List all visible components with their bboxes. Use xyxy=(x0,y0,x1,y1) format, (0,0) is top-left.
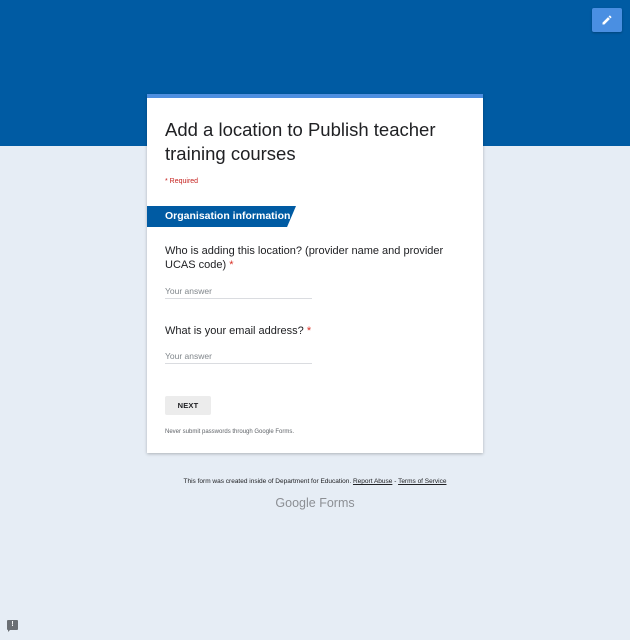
google-forms-logo[interactable]: Google Forms xyxy=(0,496,630,510)
question-email-label: What is your email address? * xyxy=(165,324,467,338)
report-abuse-link[interactable]: Report Abuse xyxy=(353,478,392,485)
required-asterisk: * xyxy=(306,325,312,337)
pencil-icon xyxy=(602,15,612,25)
provider-answer-input[interactable] xyxy=(165,284,312,299)
footer-text: This form was created inside of Departme… xyxy=(0,478,630,485)
required-asterisk: * xyxy=(229,259,234,271)
terms-of-service-link[interactable]: Terms of Service xyxy=(398,478,446,485)
report-issue-icon[interactable]: ! xyxy=(7,620,18,632)
logo-forms-text: Forms xyxy=(319,496,355,510)
footer-separator: - xyxy=(394,478,397,485)
created-by-text: This form was created inside of Departme… xyxy=(183,478,352,485)
section-banner: Organisation information xyxy=(147,206,296,227)
required-note: * Required xyxy=(165,178,199,185)
logo-google-text: Google xyxy=(275,496,316,510)
edit-form-button[interactable] xyxy=(592,8,622,32)
question-provider-label: Who is adding this location? (provider n… xyxy=(165,244,467,272)
section-title: Organisation information xyxy=(165,210,291,222)
question-text: What is your email address? xyxy=(165,325,304,337)
form-page: Add a location to Publish teacher traini… xyxy=(0,0,630,640)
next-button[interactable]: NEXT xyxy=(165,396,211,415)
form-title: Add a location to Publish teacher traini… xyxy=(165,119,436,164)
form-card: Add a location to Publish teacher traini… xyxy=(147,94,483,453)
question-text: Who is adding this location? (provider n… xyxy=(165,245,444,271)
password-warning: Never submit passwords through Google Fo… xyxy=(165,429,295,435)
email-answer-input[interactable] xyxy=(165,349,312,364)
